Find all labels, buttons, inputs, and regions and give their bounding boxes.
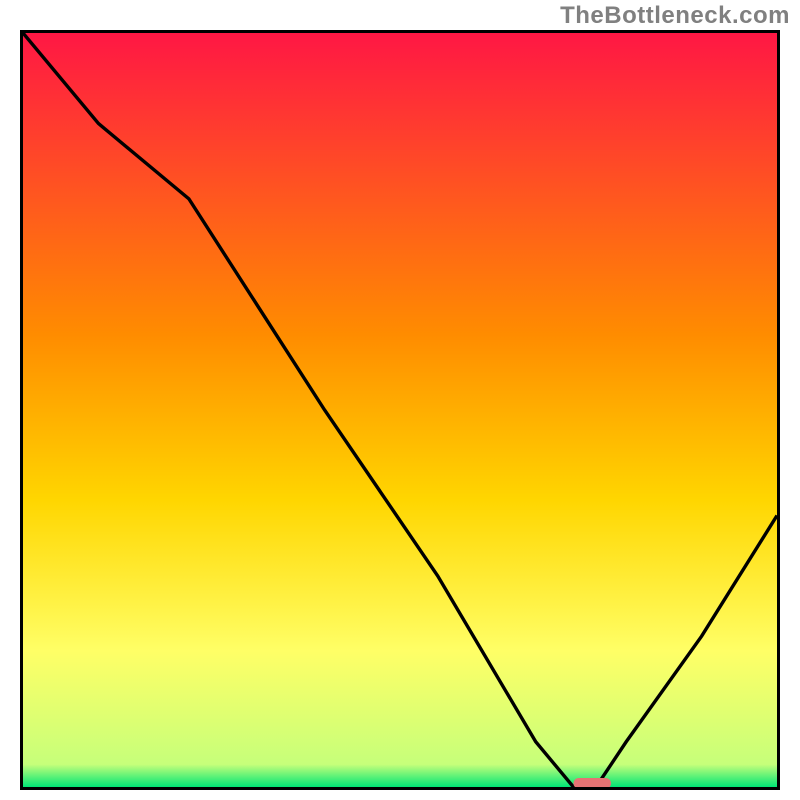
optimum-marker — [23, 33, 777, 787]
watermark-text: TheBottleneck.com — [560, 2, 790, 30]
plot-area — [20, 30, 780, 790]
chart-frame: TheBottleneck.com — [0, 0, 800, 800]
